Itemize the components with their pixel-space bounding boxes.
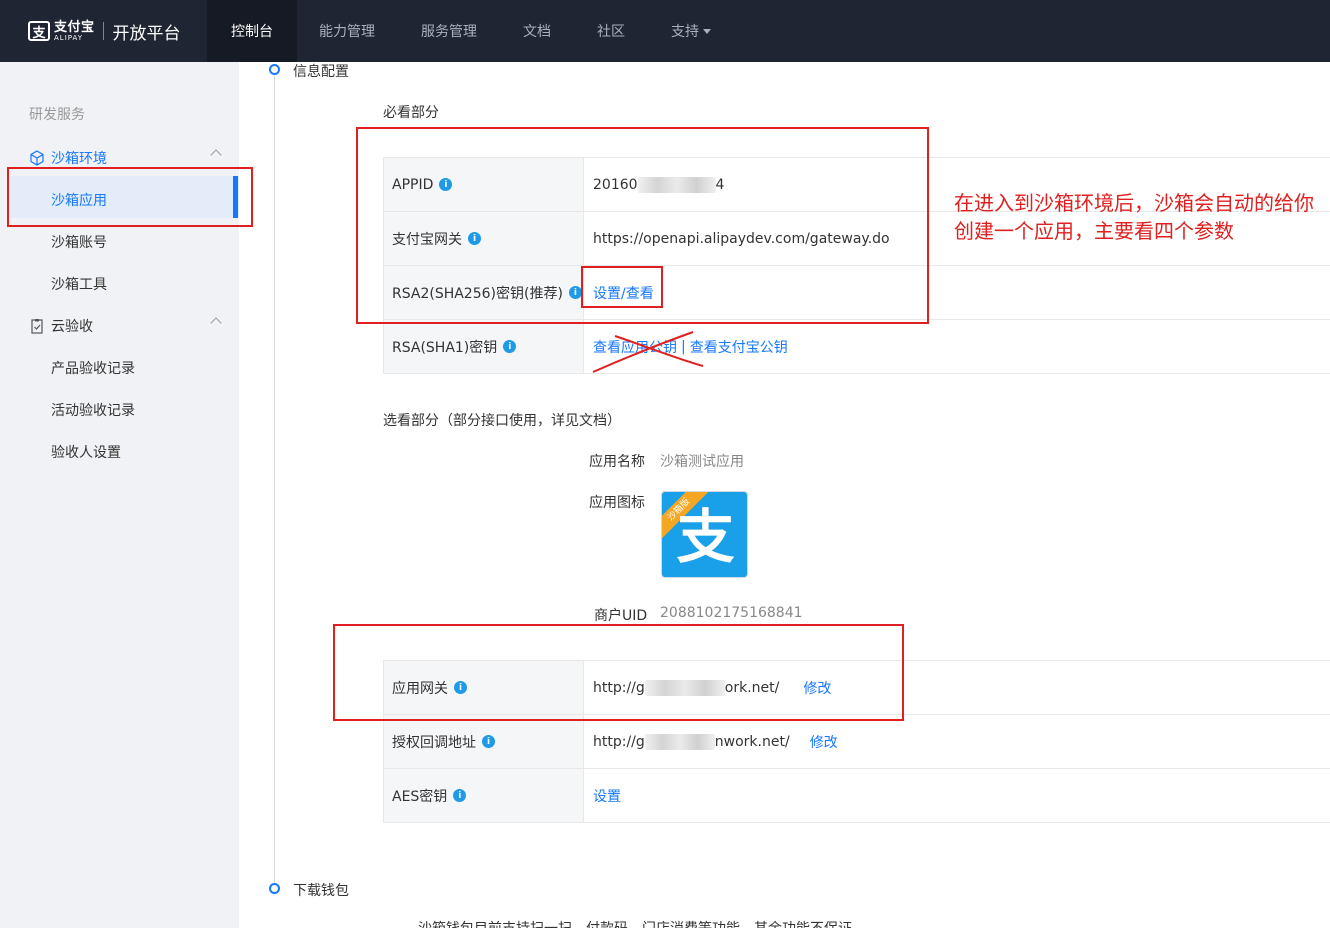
app-icon-image: 沙箱版 支 bbox=[661, 491, 748, 578]
timeline-dot-icon bbox=[269, 64, 280, 75]
nav-service[interactable]: 服务管理 bbox=[421, 0, 477, 62]
auth-callback-prefix: http://g bbox=[593, 733, 645, 750]
auth-callback-suffix: nwork.net/ bbox=[714, 733, 790, 750]
step-title-download: 下载钱包 bbox=[293, 883, 349, 899]
strike-scribble bbox=[592, 331, 704, 373]
top-nav-bar: 支 支付宝 ALIPAY 开放平台 控制台 能力管理 服务管理 文档 社区 支持 bbox=[0, 0, 1330, 62]
alipay-glyph-icon: 支 bbox=[676, 503, 735, 571]
logo-cn: 支付宝 bbox=[54, 19, 95, 35]
caret-down-icon bbox=[703, 28, 711, 34]
merchant-uid-label: 商户UID bbox=[594, 608, 648, 624]
sidebar-item-acceptor-settings[interactable]: 验收人设置 bbox=[51, 442, 121, 462]
nav-support[interactable]: 支持 bbox=[671, 0, 711, 62]
merchant-uid-value: 2088102175168841 bbox=[660, 605, 803, 621]
annotation-box-app-gateway bbox=[333, 624, 904, 721]
platform-title: 开放平台 bbox=[112, 23, 181, 44]
app-icon-label: 应用图标 bbox=[589, 495, 645, 511]
timeline-dot-icon bbox=[269, 883, 280, 894]
nav-capability[interactable]: 能力管理 bbox=[319, 0, 375, 62]
sidebar-section-label: 沙箱环境 bbox=[51, 151, 107, 167]
nav-support-label: 支持 bbox=[671, 24, 699, 40]
timeline-line bbox=[274, 74, 275, 886]
table-row: 授权回调地址 i http://g nwork.net/ 修改 bbox=[384, 715, 1330, 769]
aes-set-link[interactable]: 设置 bbox=[593, 786, 621, 806]
chevron-up-icon bbox=[210, 149, 222, 161]
logo-divider bbox=[102, 22, 104, 40]
sidebar-section-label: 云验收 bbox=[51, 319, 93, 335]
info-icon[interactable]: i bbox=[453, 789, 467, 802]
redacted-blur bbox=[644, 733, 715, 750]
alipay-logo-icon: 支 bbox=[28, 21, 50, 41]
sidebar-item-sandbox-account[interactable]: 沙箱账号 bbox=[51, 232, 107, 252]
bottom-note: 沙箱钱包目前支持扫一扫、付款码、门店消费等功能，其余功能不保证 bbox=[418, 918, 852, 928]
nav-docs[interactable]: 文档 bbox=[523, 0, 551, 62]
row-key-aes: AES密钥 bbox=[392, 788, 448, 805]
chevron-up-icon bbox=[210, 317, 222, 329]
optional-section-title: 选看部分（部分接口使用，详见文档） bbox=[383, 413, 621, 429]
annotation-box-rsa2-link bbox=[581, 266, 663, 308]
info-icon[interactable]: i bbox=[482, 735, 495, 748]
logo-en: ALIPAY bbox=[54, 33, 84, 42]
cube-icon bbox=[29, 150, 45, 166]
step-title-config: 信息配置 bbox=[293, 64, 349, 80]
sidebar-item-product-acceptance[interactable]: 产品验收记录 bbox=[51, 358, 135, 378]
sidebar-section-cloud-acceptance[interactable]: 云验收 bbox=[29, 316, 224, 336]
app-name-label: 应用名称 bbox=[589, 454, 645, 470]
app-name-value: 沙箱测试应用 bbox=[660, 454, 744, 470]
sidebar-group-title: 研发服务 bbox=[29, 107, 85, 123]
annotation-text: 在进入到沙箱环境后，沙箱会自动的给你创建一个应用，主要看四个参数 bbox=[954, 191, 1314, 243]
info-icon[interactable]: i bbox=[503, 340, 517, 353]
clipboard-check-icon bbox=[29, 318, 45, 334]
nav-console[interactable]: 控制台 bbox=[207, 0, 297, 62]
edit-auth-callback-link[interactable]: 修改 bbox=[810, 732, 838, 752]
table-row: RSA(SHA1)密钥 i 查看应用公钥 | 查看支付宝公钥 bbox=[384, 320, 1330, 374]
table-row: AES密钥 i 设置 bbox=[384, 769, 1330, 823]
logo[interactable]: 支 支付宝 ALIPAY 开放平台 bbox=[0, 0, 207, 62]
sidebar-item-sandbox-tools[interactable]: 沙箱工具 bbox=[51, 274, 107, 294]
annotation-box-sidebar bbox=[7, 167, 253, 227]
row-key-rsa1: RSA(SHA1)密钥 bbox=[392, 339, 498, 356]
nav-community[interactable]: 社区 bbox=[597, 0, 625, 62]
sidebar-section-sandbox[interactable]: 沙箱环境 bbox=[29, 148, 224, 168]
sidebar-item-activity-acceptance[interactable]: 活动验收记录 bbox=[51, 400, 135, 420]
row-key-auth-callback: 授权回调地址 bbox=[392, 734, 476, 751]
required-section-title: 必看部分 bbox=[383, 105, 439, 121]
